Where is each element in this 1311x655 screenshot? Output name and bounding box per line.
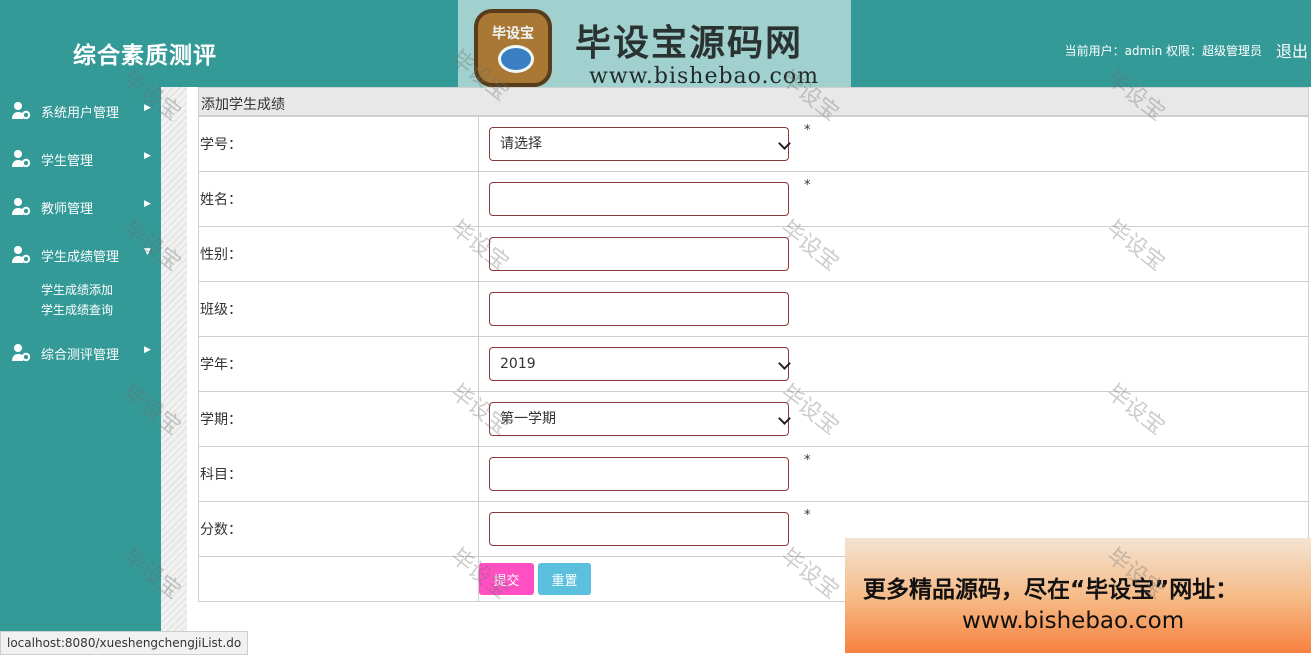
add-grade-form: 学号： 请选择 * 姓名： * 性别： 班级： 学年： 2019 学期： 第一学…	[198, 116, 1309, 602]
current-user-info: 当前用户：admin 权限：超级管理员	[1064, 44, 1262, 58]
sidebar-item-label: 综合测评管理	[41, 348, 120, 363]
field-label: 性别：	[198, 226, 479, 282]
school-year-select[interactable]: 2019	[489, 347, 791, 381]
sidebar-item-students[interactable]: 学生管理 ▶	[0, 143, 161, 173]
status-bar-url: localhost:8080/xueshengchengjiList.do	[0, 631, 249, 655]
field-label: 学期：	[198, 391, 479, 447]
student-id-select[interactable]: 请选择	[489, 127, 791, 161]
sidebar-item-teachers[interactable]: 教师管理 ▶	[0, 191, 161, 221]
sidebar-item-label: 学生管理	[41, 154, 94, 169]
banner-logo: 毕设宝	[474, 9, 552, 87]
chevron-right-icon: ▶	[144, 103, 151, 113]
banner-logo-eye-icon	[498, 45, 534, 73]
user-gear-icon	[12, 246, 31, 264]
school-year-select-value: 2019	[500, 356, 536, 372]
field-label: 学年：	[198, 336, 479, 392]
form-row-name: 姓名： *	[198, 171, 1309, 227]
score-input[interactable]	[489, 512, 789, 546]
user-gear-icon	[12, 150, 31, 168]
submit-button[interactable]: 提交	[479, 563, 534, 595]
semester-select[interactable]: 第一学期	[489, 402, 791, 436]
sidebar-item-label: 学生成绩管理	[41, 250, 120, 265]
logout-link[interactable]: 退出	[1276, 38, 1308, 62]
user-gear-icon	[12, 102, 31, 120]
promo-overlay: 更多精品源码，尽在“毕设宝”网址： www.bishebao.com	[845, 538, 1311, 653]
submenu-item-add-grade[interactable]: 学生成绩添加	[41, 281, 113, 298]
user-gear-icon	[12, 344, 31, 362]
subject-input[interactable]	[489, 457, 789, 491]
student-id-select-value: 请选择	[500, 136, 542, 152]
name-input[interactable]	[489, 182, 789, 216]
form-row-semester: 学期： 第一学期	[198, 391, 1309, 447]
chevron-down-icon	[778, 357, 791, 370]
semester-select-value: 第一学期	[500, 411, 556, 427]
required-mark: *	[804, 123, 811, 138]
sidebar-item-label: 教师管理	[41, 202, 94, 217]
field-label: 科目：	[198, 446, 479, 502]
chevron-right-icon: ▶	[144, 199, 151, 209]
chevron-down-icon	[778, 412, 791, 425]
form-row-gender: 性别：	[198, 226, 1309, 282]
sidebar-item-evaluation[interactable]: 综合测评管理 ▶	[0, 337, 161, 367]
submenu-item-query-grade[interactable]: 学生成绩查询	[41, 301, 113, 318]
form-row-subject: 科目： *	[198, 446, 1309, 502]
sidebar-splitter[interactable]	[161, 87, 187, 653]
sidebar-item-student-grades[interactable]: 学生成绩管理 ▼	[0, 239, 161, 269]
field-label: 班级：	[198, 281, 479, 337]
chevron-down-icon	[778, 137, 791, 150]
panel-header: 添加学生成绩	[198, 87, 1309, 116]
field-label: 学号：	[198, 116, 479, 172]
sidebar: 系统用户管理 ▶ 学生管理 ▶ 教师管理 ▶ 学生成绩管理 ▼ 学生成绩添加 学…	[0, 87, 161, 653]
chevron-right-icon: ▶	[144, 345, 151, 355]
chevron-down-icon: ▼	[144, 247, 151, 257]
field-label: 姓名：	[198, 171, 479, 227]
gender-input[interactable]	[489, 237, 789, 271]
chevron-right-icon: ▶	[144, 151, 151, 161]
user-gear-icon	[12, 198, 31, 216]
promo-text: 更多精品源码，尽在“毕设宝”网址：	[863, 577, 1239, 603]
banner-title: 毕设宝源码网	[575, 23, 804, 64]
reset-button[interactable]: 重置	[538, 563, 591, 595]
form-row-class: 班级：	[198, 281, 1309, 337]
sidebar-item-label: 系统用户管理	[41, 106, 120, 121]
required-mark: *	[804, 453, 811, 468]
sidebar-item-system-users[interactable]: 系统用户管理 ▶	[0, 95, 161, 125]
promo-url: www.bishebao.com	[962, 608, 1185, 634]
form-row-school-year: 学年： 2019	[198, 336, 1309, 392]
banner-url: www.bishebao.com	[589, 64, 819, 89]
required-mark: *	[804, 178, 811, 193]
required-mark: *	[804, 508, 811, 523]
banner-logo-text: 毕设宝	[492, 26, 534, 42]
class-input[interactable]	[489, 292, 789, 326]
form-row-student-id: 学号： 请选择 *	[198, 116, 1309, 172]
field-label: 分数：	[198, 501, 479, 557]
panel-title: 添加学生成绩	[201, 97, 285, 113]
app-title: 综合素质测评	[73, 42, 217, 69]
